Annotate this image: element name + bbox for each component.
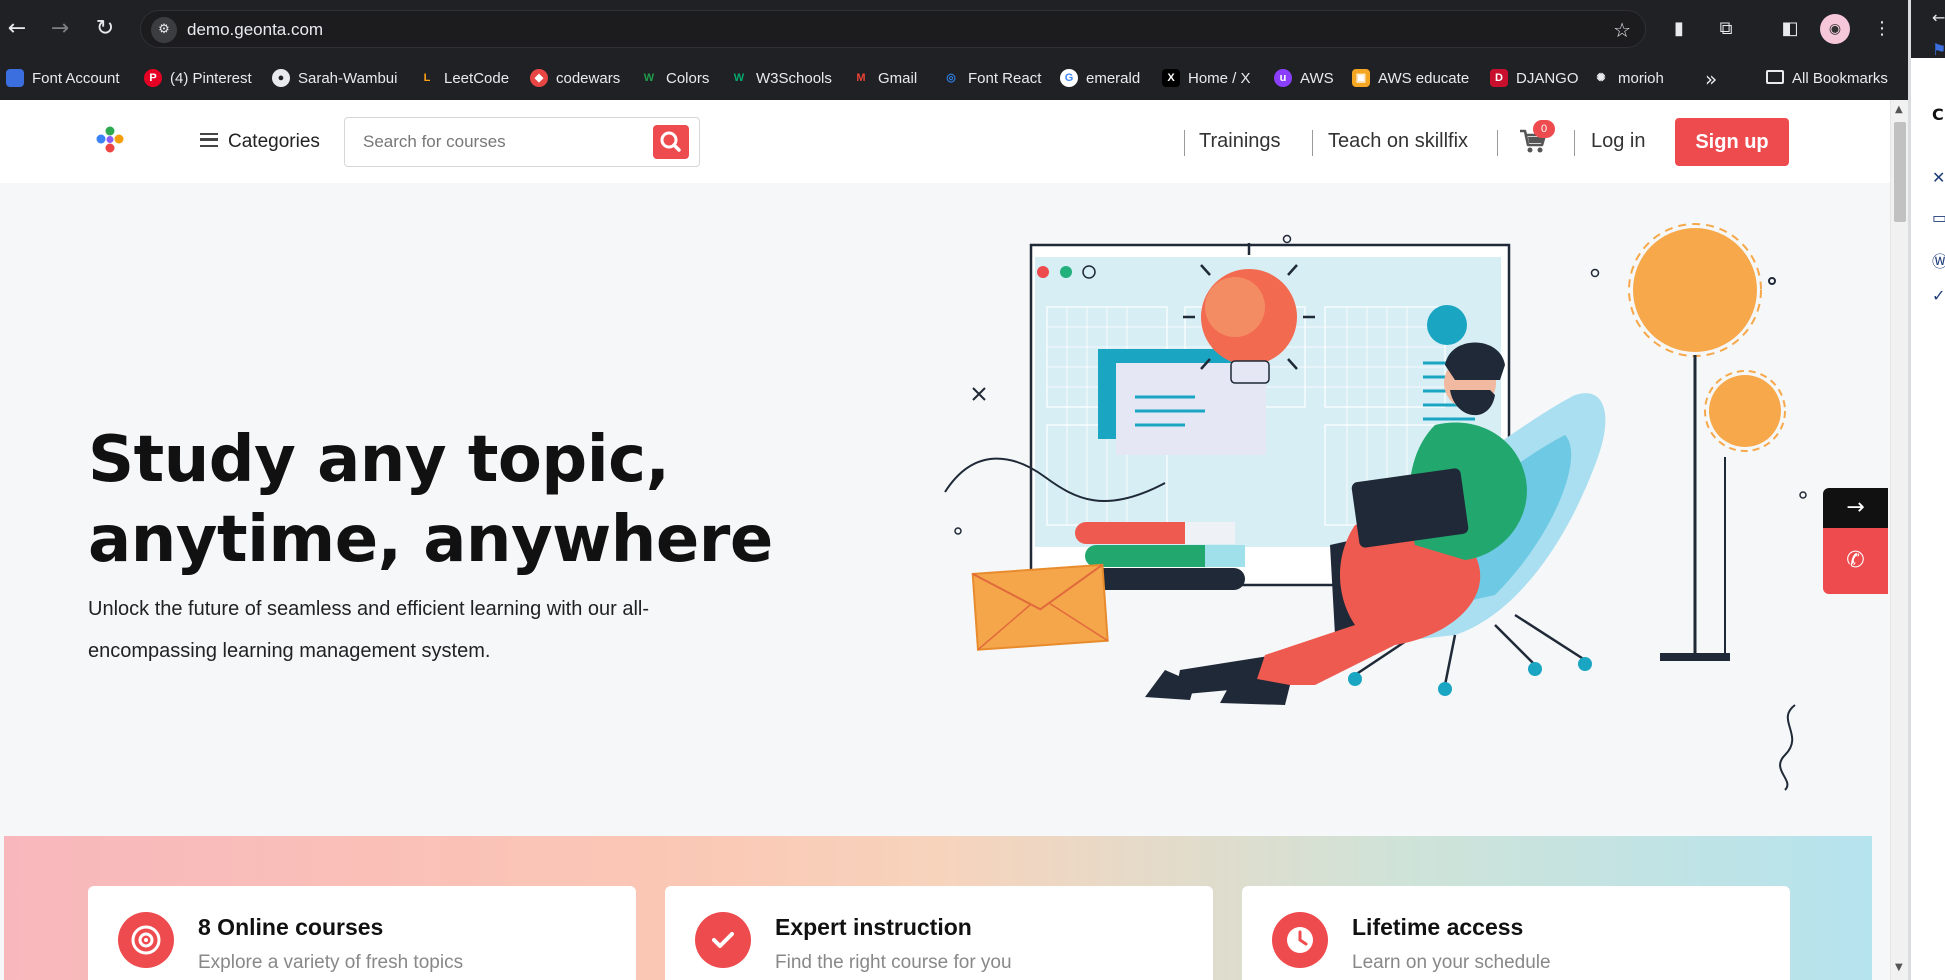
feature-subtitle: Explore a variety of fresh topics bbox=[198, 952, 464, 973]
side-panel-strip: ← ⚑ C ✕ ▭ Ⓦ ✓ bbox=[1908, 0, 1945, 980]
skillfix-logo[interactable] bbox=[94, 124, 126, 156]
hero-illustration bbox=[944, 223, 1807, 791]
side-panel-icon[interactable]: ◧ bbox=[1775, 14, 1805, 44]
side-wordpress-icon[interactable]: Ⓦ bbox=[1932, 248, 1945, 272]
side-check-icon[interactable]: ✓ bbox=[1932, 286, 1945, 305]
feature-card-courses: 8 Online courses Explore a variety of fr… bbox=[88, 886, 636, 980]
target-icon bbox=[118, 912, 174, 968]
hero-subtitle: Unlock the future of seamless and effici… bbox=[88, 598, 650, 662]
hero-title: Study any topic, anytime, anywhere bbox=[88, 423, 773, 577]
bookmark-font-account[interactable]: Font Account bbox=[6, 58, 120, 100]
gmail-icon: M bbox=[856, 72, 866, 85]
site-header: Categories Trainings Teach on skillfix 0… bbox=[0, 100, 1890, 183]
cart-count-badge: 0 bbox=[1533, 120, 1555, 138]
bookmark-morioh[interactable]: ✺ morioh bbox=[1592, 58, 1663, 100]
forward-button[interactable]: → bbox=[45, 14, 75, 44]
scroll-down-icon[interactable]: ▼ bbox=[1895, 962, 1905, 973]
feature-card-access: Lifetime access Learn on your schedule bbox=[1242, 886, 1790, 980]
back-button[interactable]: ← bbox=[2, 14, 32, 44]
bookmark-colors[interactable]: W Colors bbox=[640, 58, 710, 100]
bookmark-gmail[interactable]: M Gmail bbox=[852, 58, 917, 100]
scroll-thumb[interactable] bbox=[1894, 122, 1906, 222]
folder-icon bbox=[1766, 70, 1784, 85]
react-icon: ◎ bbox=[946, 72, 956, 85]
bookmark-aws[interactable]: u AWS bbox=[1274, 58, 1334, 100]
categories-menu[interactable]: Categories bbox=[200, 100, 320, 183]
signup-button[interactable]: Sign up bbox=[1675, 118, 1789, 166]
menu-kebab-icon[interactable]: ⋮ bbox=[1867, 14, 1897, 44]
search-button[interactable] bbox=[653, 125, 689, 159]
page-scrollbar[interactable]: ▲ ▼ bbox=[1890, 100, 1908, 980]
bookmark-codewars[interactable]: ◆ codewars bbox=[530, 58, 620, 100]
feature-subtitle: Find the right course for you bbox=[775, 952, 1012, 973]
side-arrow-icon[interactable]: ← bbox=[1932, 8, 1945, 27]
bookmark-font-react[interactable]: ◎ Font React bbox=[942, 58, 1041, 100]
feature-card-instruction: Expert instruction Find the right course… bbox=[665, 886, 1213, 980]
bookmark-star-icon[interactable]: ☆ bbox=[1613, 11, 1631, 49]
flag-icon bbox=[6, 69, 24, 88]
github-icon: ● bbox=[272, 69, 290, 88]
bookmark-github[interactable]: ● Sarah-Wambui bbox=[272, 58, 397, 100]
clock-icon bbox=[1272, 912, 1328, 968]
hamburger-icon bbox=[200, 132, 218, 147]
django-icon: D bbox=[1490, 69, 1508, 88]
bookmarks-overflow-icon[interactable]: » bbox=[1705, 58, 1717, 100]
feature-subtitle: Learn on your schedule bbox=[1352, 952, 1551, 973]
feature-title: Lifetime access bbox=[1352, 914, 1524, 940]
site-info-icon[interactable]: ⚙ bbox=[151, 17, 177, 43]
leetcode-icon: L bbox=[423, 72, 431, 85]
aws-educate-icon: ▣ bbox=[1352, 69, 1370, 88]
bookmark-django[interactable]: D DJANGO bbox=[1490, 58, 1579, 100]
whatsapp-icon: ✆ bbox=[1846, 548, 1865, 573]
login-link[interactable]: Log in bbox=[1591, 100, 1646, 183]
url-text[interactable]: demo.geonta.com bbox=[187, 11, 323, 49]
colors-icon: W bbox=[643, 72, 655, 85]
bookmark-leetcode[interactable]: L LeetCode bbox=[418, 58, 509, 100]
x-icon: X bbox=[1162, 69, 1180, 88]
all-bookmarks-button[interactable]: All Bookmarks bbox=[1766, 58, 1888, 100]
feature-title: 8 Online courses bbox=[198, 914, 384, 940]
check-icon bbox=[695, 912, 751, 968]
search-input[interactable] bbox=[345, 118, 645, 166]
nav-teach[interactable]: Teach on skillfix bbox=[1328, 100, 1468, 183]
course-search bbox=[344, 117, 700, 167]
codewars-icon: ◆ bbox=[530, 69, 548, 88]
google-icon: G bbox=[1060, 69, 1078, 88]
w3schools-icon: W bbox=[733, 72, 745, 85]
bookmark-aws-educate[interactable]: ▣ AWS educate bbox=[1352, 58, 1469, 100]
side-logo-icon[interactable]: C bbox=[1932, 105, 1944, 124]
browser-toolbar: ← → ↻ ⚙ demo.geonta.com ☆ ▮ ⧉ ◧ ◉ ⋮ bbox=[0, 0, 1945, 58]
search-icon bbox=[660, 131, 681, 152]
reload-button[interactable]: ↻ bbox=[90, 14, 120, 44]
page-viewport: Categories Trainings Teach on skillfix 0… bbox=[0, 100, 1908, 980]
scroll-up-icon[interactable]: ▲ bbox=[1895, 104, 1905, 115]
bookmark-emerald[interactable]: Gemerald bbox=[1060, 58, 1140, 100]
next-arrow-button[interactable]: → bbox=[1823, 488, 1888, 528]
side-monitor-icon[interactable]: ▭ bbox=[1932, 208, 1945, 227]
extensions-puzzle-icon[interactable]: ⧉ bbox=[1711, 14, 1741, 44]
bookmark-home-x[interactable]: X Home / X bbox=[1162, 58, 1251, 100]
floating-actions: → ✆ bbox=[1823, 488, 1888, 594]
extension-docs-icon[interactable]: ▮ bbox=[1664, 14, 1694, 44]
side-flag-icon[interactable]: ⚑ bbox=[1932, 40, 1945, 59]
features-strip: 8 Online courses Explore a variety of fr… bbox=[4, 836, 1872, 980]
aws-icon: u bbox=[1274, 69, 1292, 88]
pinterest-icon: P bbox=[144, 69, 162, 88]
whatsapp-button[interactable]: ✆ bbox=[1823, 528, 1888, 594]
nav-trainings[interactable]: Trainings bbox=[1199, 100, 1281, 183]
bookmark-w3schools[interactable]: W W3Schools bbox=[730, 58, 832, 100]
feature-title: Expert instruction bbox=[775, 914, 972, 940]
bookmark-pinterest[interactable]: P (4) Pinterest bbox=[144, 58, 252, 100]
address-bar[interactable]: ⚙ demo.geonta.com ☆ bbox=[140, 10, 1646, 48]
profile-avatar[interactable]: ◉ bbox=[1820, 14, 1850, 44]
morioh-icon: ✺ bbox=[1596, 72, 1606, 85]
side-tools-icon[interactable]: ✕ bbox=[1932, 168, 1945, 187]
bookmarks-bar: Font Account P (4) Pinterest ● Sarah-Wambu… bbox=[0, 58, 1945, 100]
